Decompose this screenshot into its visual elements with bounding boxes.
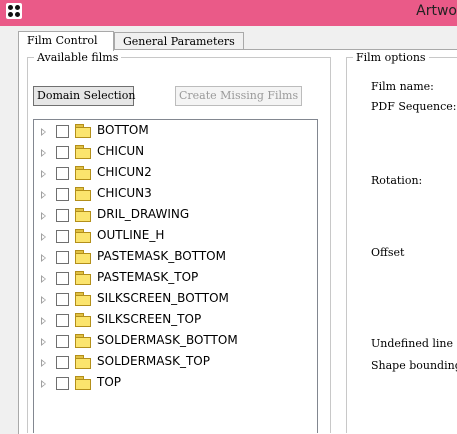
film-checkbox[interactable] xyxy=(56,188,69,201)
folder-icon xyxy=(75,271,91,285)
expand-arrow-icon[interactable] xyxy=(41,359,46,367)
rotation-label: Rotation: xyxy=(371,174,423,187)
expand-arrow-icon[interactable] xyxy=(41,128,46,136)
film-label[interactable]: OUTLINE_H xyxy=(97,228,164,242)
film-checkbox[interactable] xyxy=(56,167,69,180)
film-row-chicun3[interactable]: CHICUN3 xyxy=(34,185,316,206)
title-bar: Artwo xyxy=(0,0,457,26)
offset-label: Offset xyxy=(371,246,405,259)
expand-arrow-icon[interactable] xyxy=(41,149,46,157)
film-label[interactable]: SILKSCREEN_BOTTOM xyxy=(97,291,229,305)
folder-icon xyxy=(75,250,91,264)
folder-icon xyxy=(75,292,91,306)
film-row-soldermask-top[interactable]: SOLDERMASK_TOP xyxy=(34,353,316,374)
window-title: Artwo xyxy=(416,3,457,19)
film-label[interactable]: SOLDERMASK_TOP xyxy=(97,354,210,368)
film-row-silkscreen-bottom[interactable]: SILKSCREEN_BOTTOM xyxy=(34,290,316,311)
film-label[interactable]: SILKSCREEN_TOP xyxy=(97,312,201,326)
film-checkbox[interactable] xyxy=(56,335,69,348)
film-row-outline-h[interactable]: OUTLINE_H xyxy=(34,227,316,248)
folder-icon xyxy=(75,166,91,180)
expand-arrow-icon[interactable] xyxy=(41,212,46,220)
film-label[interactable]: TOP xyxy=(97,375,121,389)
film-checkbox[interactable] xyxy=(56,146,69,159)
folder-icon xyxy=(75,229,91,243)
expand-arrow-icon[interactable] xyxy=(41,170,46,178)
film-checkbox[interactable] xyxy=(56,314,69,327)
film-row-soldermask-bottom[interactable]: SOLDERMASK_BOTTOM xyxy=(34,332,316,353)
film-checkbox[interactable] xyxy=(56,251,69,264)
film-row-chicun2[interactable]: CHICUN2 xyxy=(34,164,316,185)
folder-icon xyxy=(75,355,91,369)
film-checkbox[interactable] xyxy=(56,377,69,390)
pdf-sequence-label: PDF Sequence: xyxy=(371,100,457,113)
film-name-label: Film name: xyxy=(371,80,434,93)
film-checkbox[interactable] xyxy=(56,125,69,138)
film-row-dril-drawing[interactable]: DRIL_DRAWING xyxy=(34,206,316,227)
film-label[interactable]: CHICUN2 xyxy=(97,165,152,179)
expand-arrow-icon[interactable] xyxy=(41,338,46,346)
available-films-legend: Available films xyxy=(37,51,119,64)
domain-selection-button[interactable]: Domain Selection xyxy=(33,86,135,106)
film-checkbox[interactable] xyxy=(56,293,69,306)
expand-arrow-icon[interactable] xyxy=(41,233,46,241)
tab-film-control[interactable]: Film Control xyxy=(18,31,114,51)
film-checkbox[interactable] xyxy=(56,356,69,369)
folder-icon xyxy=(75,313,91,327)
expand-arrow-icon[interactable] xyxy=(41,380,46,388)
expand-arrow-icon[interactable] xyxy=(41,275,46,283)
films-tree[interactable]: BOTTOM CHICUN CHICUN2 CHICUN3 DRIL_DRAWI… xyxy=(33,119,318,433)
film-label[interactable]: DRIL_DRAWING xyxy=(97,207,189,221)
film-label[interactable]: PASTEMASK_BOTTOM xyxy=(97,249,226,263)
film-row-pastemask-top[interactable]: PASTEMASK_TOP xyxy=(34,269,316,290)
film-checkbox[interactable] xyxy=(56,272,69,285)
film-options-legend: Film options xyxy=(356,51,426,64)
film-checkbox[interactable] xyxy=(56,209,69,222)
folder-icon xyxy=(75,124,91,138)
folder-icon xyxy=(75,208,91,222)
film-checkbox[interactable] xyxy=(56,230,69,243)
expand-arrow-icon[interactable] xyxy=(41,317,46,325)
expand-arrow-icon[interactable] xyxy=(41,191,46,199)
film-label[interactable]: SOLDERMASK_BOTTOM xyxy=(97,333,238,347)
tab-general-parameters[interactable]: General Parameters xyxy=(114,32,244,50)
film-row-chicun[interactable]: CHICUN xyxy=(34,143,316,164)
expand-arrow-icon[interactable] xyxy=(41,254,46,262)
folder-icon xyxy=(75,334,91,348)
undefined-line-label: Undefined line xyxy=(371,337,454,350)
film-label[interactable]: PASTEMASK_TOP xyxy=(97,270,198,284)
folder-icon xyxy=(75,145,91,159)
film-row-bottom[interactable]: BOTTOM xyxy=(34,122,316,143)
film-row-silkscreen-top[interactable]: SILKSCREEN_TOP xyxy=(34,311,316,332)
expand-arrow-icon[interactable] xyxy=(41,296,46,304)
film-row-top[interactable]: TOP xyxy=(34,374,316,395)
film-label[interactable]: BOTTOM xyxy=(97,123,149,137)
film-row-pastemask-bottom[interactable]: PASTEMASK_BOTTOM xyxy=(34,248,316,269)
shape-bounding-label: Shape bounding xyxy=(371,359,457,372)
film-label[interactable]: CHICUN xyxy=(97,144,144,158)
film-label[interactable]: CHICUN3 xyxy=(97,186,152,200)
folder-icon xyxy=(75,376,91,390)
app-icon xyxy=(6,3,22,19)
folder-icon xyxy=(75,187,91,201)
create-missing-films-button[interactable]: Create Missing Films xyxy=(175,86,302,106)
